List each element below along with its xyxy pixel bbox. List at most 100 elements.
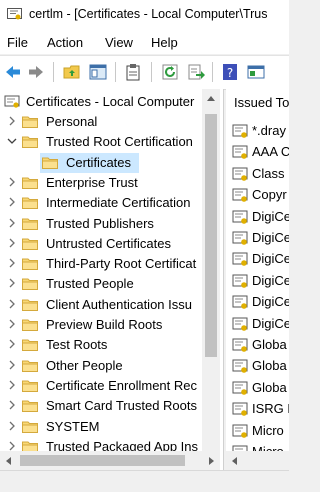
menu-action[interactable]: Action: [47, 35, 83, 50]
back-arrow-icon[interactable]: [4, 63, 22, 81]
tree-item-label: Certificate Enrollment Rec: [46, 377, 197, 393]
list-item-label: Class: [252, 165, 285, 181]
certificate-icon: [232, 381, 248, 395]
list-item-label: Globa: [252, 337, 287, 352]
list-item-label: DigiCe: [252, 230, 289, 245]
scroll-left-icon[interactable]: [5, 457, 11, 465]
list-item-label: DigiCe: [252, 315, 289, 331]
tree-item-label: Other People: [46, 357, 123, 373]
certificate-icon: [232, 424, 248, 438]
certificate-icon: [232, 402, 248, 416]
chevron-right-icon[interactable]: [7, 339, 17, 349]
list-item-label: Micro: [252, 422, 284, 438]
folder-icon: [22, 136, 38, 149]
chevron-right-icon[interactable]: [7, 299, 17, 309]
tree-item-label: SYSTEM: [46, 418, 100, 434]
folder-icon: [22, 319, 38, 331]
scroll-right-icon[interactable]: [209, 457, 215, 465]
scroll-left-icon[interactable]: [231, 457, 237, 465]
certificate-icon: [232, 295, 248, 309]
refresh-icon[interactable]: [161, 63, 179, 81]
window-title: certlm - [Certificates - Local Computer\…: [29, 7, 268, 21]
certificate-icon: [232, 252, 248, 267]
tree-item-label: Preview Build Roots: [46, 317, 163, 332]
svg-text:?: ?: [227, 66, 233, 80]
tree-item-label: Untrusted Certificates: [46, 235, 171, 251]
folder-icon: [22, 278, 38, 291]
tree-horizontal-scroll-thumb[interactable]: [20, 455, 185, 466]
console-tree: Certificates - Local Computer Personal Tr…: [0, 89, 224, 470]
tree-item-label: Third-Party Root Certificat: [46, 256, 197, 272]
list-item-label: ISRG R: [252, 401, 289, 417]
show-hide-tree-icon[interactable]: [89, 63, 107, 81]
chevron-right-icon[interactable]: [7, 380, 17, 390]
tree-vertical-scroll-thumb[interactable]: [205, 114, 217, 357]
certificate-icon: [232, 231, 248, 245]
tree-item-label: Personal: [46, 114, 98, 129]
toolbar-separator: [212, 62, 213, 82]
chevron-right-icon[interactable]: [7, 177, 17, 187]
certificate-icon: [232, 338, 248, 352]
folder-icon: [22, 339, 38, 352]
tree-item-label: Test Roots: [46, 337, 108, 353]
export-list-icon[interactable]: [187, 63, 205, 81]
up-folder-icon[interactable]: [63, 63, 81, 81]
folder-icon: [22, 258, 38, 271]
certificate-icon: [232, 274, 248, 288]
toolbar-separator: [53, 62, 54, 82]
properties-icon[interactable]: [124, 63, 142, 81]
column-header-issued-to[interactable]: Issued To: [226, 95, 289, 117]
help-icon[interactable]: ?: [221, 63, 239, 81]
folder-icon: [42, 157, 58, 169]
certificate-icon: [232, 210, 248, 224]
menu-view[interactable]: View: [105, 35, 133, 50]
chevron-right-icon[interactable]: [7, 116, 17, 126]
chevron-right-icon[interactable]: [7, 319, 17, 329]
toolbar-separator: [151, 62, 152, 82]
folder-icon: [22, 197, 38, 210]
list-item-label: Globa: [252, 379, 287, 395]
chevron-right-icon[interactable]: [7, 360, 17, 370]
menu-file[interactable]: File: [7, 35, 28, 50]
chevron-right-icon[interactable]: [7, 218, 17, 228]
folder-icon: [22, 218, 38, 230]
chevron-down-icon[interactable]: [7, 136, 17, 146]
console-icon[interactable]: [247, 63, 265, 81]
certificate-icon: [232, 145, 248, 160]
forward-arrow-icon[interactable]: [27, 63, 45, 81]
list-item-label: Copyr: [252, 187, 287, 203]
certificate-icon: [232, 317, 248, 331]
tree-item-label: Certificates: [66, 154, 132, 170]
chevron-right-icon[interactable]: [7, 278, 17, 288]
title-bar: certlm - [Certificates - Local Computer\…: [0, 0, 289, 30]
list-item-label: DigiCe: [252, 294, 289, 310]
tree-item-label: Intermediate Certification: [46, 195, 191, 211]
list-item-label: Globa: [252, 358, 287, 374]
chevron-right-icon[interactable]: [7, 258, 17, 268]
certificate-icon: [232, 124, 248, 138]
tree-item-label: Trusted Publishers: [46, 215, 154, 231]
list-item-label: DigiCe: [252, 208, 289, 224]
folder-icon: [22, 421, 38, 433]
list-item-label: DigiCe: [252, 251, 289, 267]
tree-item-label: Client Authentication Issu: [46, 296, 192, 312]
scroll-up-icon[interactable]: [207, 95, 215, 101]
folder-icon: [22, 380, 38, 392]
tree-item-label: Enterprise Trust: [46, 174, 138, 190]
certificate-app-icon: [7, 8, 22, 20]
folder-icon: [22, 177, 38, 189]
folder-icon: [22, 360, 38, 372]
status-bar: [0, 470, 289, 492]
certificate-icon: [232, 167, 248, 181]
list-horizontal-scrollbar[interactable]: [226, 451, 289, 470]
chevron-right-icon[interactable]: [7, 238, 17, 248]
tree-item-label: Smart Card Trusted Roots: [46, 398, 197, 414]
certificate-icon: [232, 188, 248, 202]
chevron-right-icon[interactable]: [7, 400, 17, 410]
list-item-label: AAA C: [252, 144, 289, 160]
chevron-right-icon[interactable]: [7, 197, 17, 207]
chevron-right-icon[interactable]: [7, 421, 17, 431]
certificate-list: Issued To *.dray AAA C Class Copyr DigiCe Dig…: [226, 89, 289, 470]
menu-help[interactable]: Help: [151, 35, 178, 50]
chevron-right-icon[interactable]: [7, 441, 17, 451]
